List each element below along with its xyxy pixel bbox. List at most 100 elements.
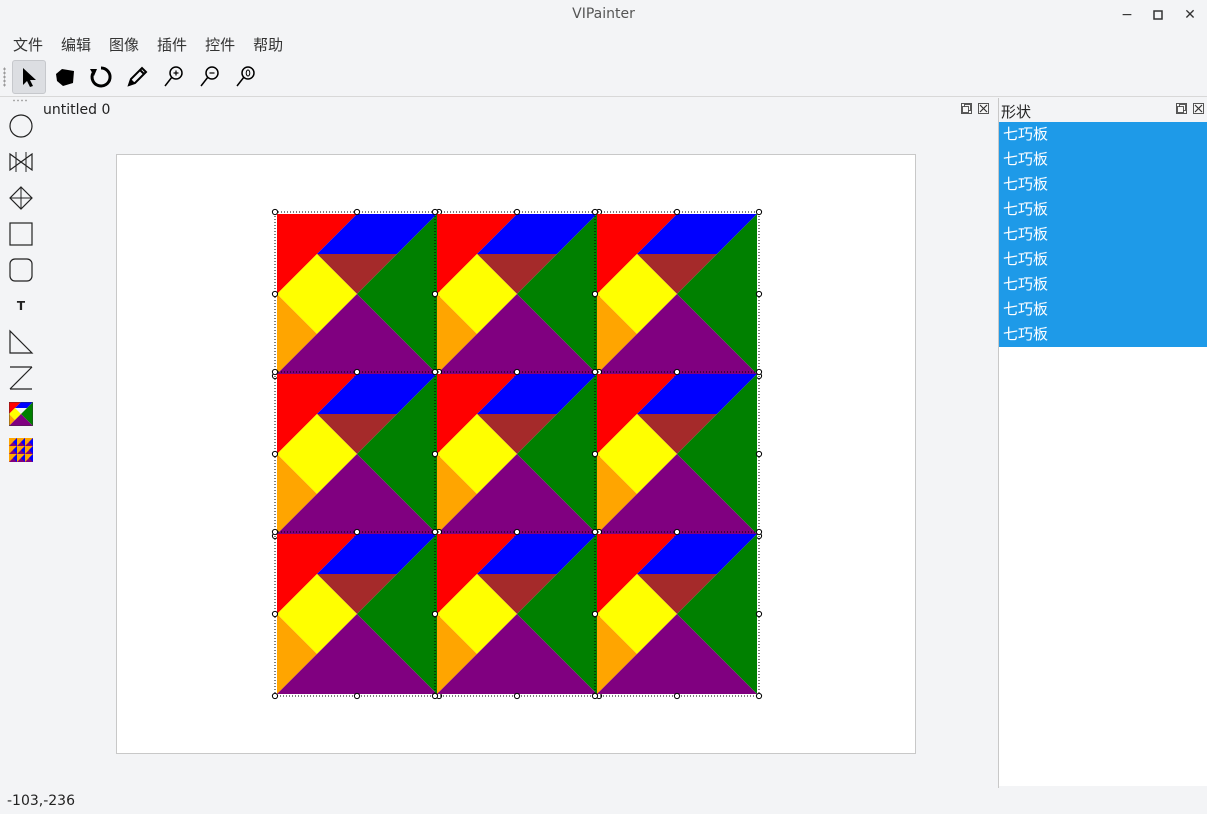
resize-handle[interactable] <box>673 208 681 216</box>
select-tool-button[interactable] <box>12 60 46 94</box>
resize-handle[interactable] <box>673 692 681 700</box>
tangram-shape[interactable] <box>271 528 443 700</box>
drawing-canvas[interactable] <box>116 154 916 754</box>
resize-handle[interactable] <box>431 528 439 536</box>
resize-handle[interactable] <box>431 290 439 298</box>
resize-handle[interactable] <box>353 528 361 536</box>
tangram-shape[interactable] <box>591 528 763 700</box>
zoom-reset-tool-button[interactable] <box>228 60 262 94</box>
resize-handle[interactable] <box>513 528 521 536</box>
toolbox-grip[interactable] <box>12 99 28 102</box>
resize-handle[interactable] <box>353 208 361 216</box>
zoom-in-tool-button[interactable] <box>156 60 190 94</box>
triangle-pair-tool-button[interactable] <box>4 146 38 178</box>
menu-image[interactable]: 图像 <box>100 31 148 57</box>
resize-handle[interactable] <box>755 692 763 700</box>
document-close-button[interactable] <box>978 103 989 114</box>
resize-handle[interactable] <box>591 208 599 216</box>
resize-handle[interactable] <box>755 528 763 536</box>
zoom-out-icon <box>200 66 219 87</box>
resize-handle[interactable] <box>591 290 599 298</box>
resize-handle[interactable] <box>513 692 521 700</box>
menu-edit[interactable]: 编辑 <box>52 31 100 57</box>
text-tool-button[interactable]: T <box>4 290 38 322</box>
tangram-shape[interactable] <box>431 368 603 540</box>
list-item[interactable]: 七巧板 <box>999 222 1207 247</box>
resize-handle[interactable] <box>353 692 361 700</box>
resize-handle[interactable] <box>431 692 439 700</box>
resize-handle[interactable] <box>673 368 681 376</box>
pencil-icon <box>127 66 148 87</box>
document-title: untitled 0 <box>43 102 111 118</box>
rotate-tool-button[interactable] <box>84 60 118 94</box>
resize-handle[interactable] <box>271 450 279 458</box>
tangram-shape[interactable] <box>431 528 603 700</box>
resize-handle[interactable] <box>755 450 763 458</box>
list-item[interactable]: 七巧板 <box>999 147 1207 172</box>
tangram-shape[interactable] <box>591 368 763 540</box>
resize-handle[interactable] <box>755 208 763 216</box>
resize-handle[interactable] <box>431 208 439 216</box>
list-item[interactable]: 七巧板 <box>999 172 1207 197</box>
tangram-tool-button[interactable] <box>4 398 38 430</box>
pan-tool-button[interactable] <box>48 60 82 94</box>
menu-controls[interactable]: 控件 <box>196 31 244 57</box>
resize-handle[interactable] <box>271 610 279 618</box>
list-item[interactable]: 七巧板 <box>999 122 1207 147</box>
tangram-shape[interactable] <box>271 368 443 540</box>
resize-handle[interactable] <box>271 528 279 536</box>
resize-handle[interactable] <box>591 368 599 376</box>
rounded-rectangle-tool-button[interactable] <box>4 254 38 286</box>
resize-handle[interactable] <box>513 208 521 216</box>
resize-handle[interactable] <box>591 692 599 700</box>
menu-plugins[interactable]: 插件 <box>148 31 196 57</box>
resize-handle[interactable] <box>591 450 599 458</box>
right-triangle-tool-button[interactable] <box>4 326 38 358</box>
list-item[interactable]: 七巧板 <box>999 247 1207 272</box>
resize-handle[interactable] <box>271 208 279 216</box>
list-item[interactable]: 七巧板 <box>999 197 1207 222</box>
pencil-tool-button[interactable] <box>120 60 154 94</box>
resize-handle[interactable] <box>673 528 681 536</box>
toolbar-grip[interactable] <box>3 67 6 87</box>
z-line-tool-button[interactable] <box>4 362 38 394</box>
resize-handle[interactable] <box>271 290 279 298</box>
rectangle-tool-button[interactable] <box>4 218 38 250</box>
resize-handle[interactable] <box>431 450 439 458</box>
circle-tool-button[interactable] <box>4 110 38 142</box>
tangram-shape[interactable] <box>271 208 443 380</box>
resize-handle[interactable] <box>431 368 439 376</box>
tangram-grid-drawing[interactable] <box>117 155 917 755</box>
close-icon <box>979 104 988 113</box>
document-float-button[interactable] <box>961 103 972 114</box>
minimize-button[interactable]: − <box>1116 4 1138 26</box>
resize-handle[interactable] <box>755 610 763 618</box>
resize-handle[interactable] <box>353 368 361 376</box>
menu-help[interactable]: 帮助 <box>244 31 292 57</box>
diamond-tool-button[interactable] <box>4 182 38 214</box>
list-item[interactable]: 七巧板 <box>999 322 1207 347</box>
tangram-shape[interactable] <box>431 208 603 380</box>
resize-handle[interactable] <box>513 368 521 376</box>
tangram-shape[interactable] <box>591 208 763 380</box>
resize-handle[interactable] <box>591 528 599 536</box>
list-item[interactable]: 七巧板 <box>999 272 1207 297</box>
title-bar: VIPainter − ✕ <box>0 0 1207 30</box>
rotate-icon <box>90 66 112 88</box>
list-item[interactable]: 七巧板 <box>999 297 1207 322</box>
resize-handle[interactable] <box>431 610 439 618</box>
resize-handle[interactable] <box>755 290 763 298</box>
arrow-pointer-icon <box>23 68 36 87</box>
menu-file[interactable]: 文件 <box>4 31 52 57</box>
panel-close-button[interactable] <box>1193 103 1204 114</box>
zoom-out-tool-button[interactable] <box>192 60 226 94</box>
resize-handle[interactable] <box>755 368 763 376</box>
tangram-grid-tool-button[interactable] <box>4 434 38 466</box>
close-button[interactable]: ✕ <box>1179 4 1201 26</box>
resize-handle[interactable] <box>271 692 279 700</box>
tangram-grid-icon <box>9 438 33 462</box>
resize-handle[interactable] <box>271 368 279 376</box>
maximize-button[interactable] <box>1147 4 1169 26</box>
resize-handle[interactable] <box>591 610 599 618</box>
panel-float-button[interactable] <box>1176 103 1187 114</box>
